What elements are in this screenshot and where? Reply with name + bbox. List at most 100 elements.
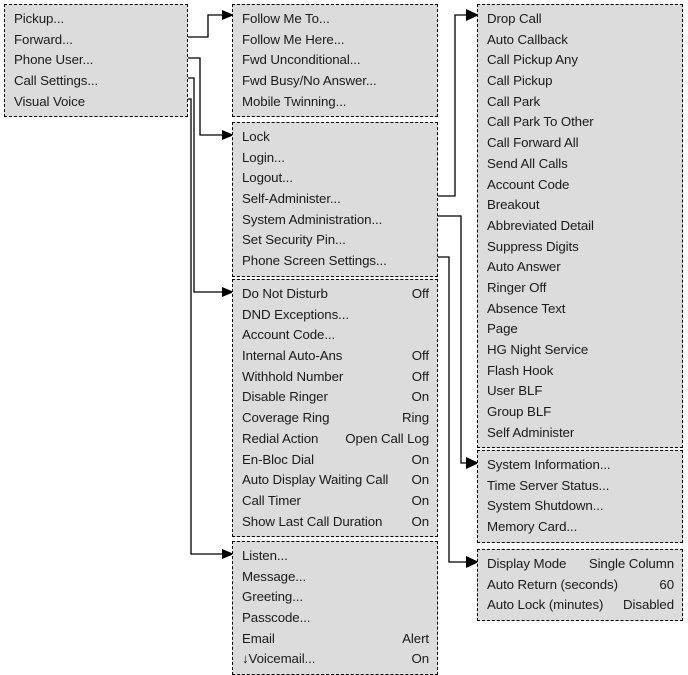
menu-item[interactable]: Redial Action Open Call Log <box>233 429 437 450</box>
menu-item[interactable]: ↓Voicemail... On <box>233 649 437 670</box>
menu-item[interactable]: Phone User... <box>5 50 187 71</box>
menu-item[interactable]: Mobile Twinning... <box>233 92 437 113</box>
panel-forward[interactable]: Follow Me To... Follow Me Here... Fwd Unco… <box>232 4 438 118</box>
menu-item[interactable]: En-Bloc Dial On <box>233 450 437 471</box>
panel-visual-voice[interactable]: Listen... Message... Greeting... Passcode..… <box>232 541 438 675</box>
menu-item-value: On <box>411 451 429 467</box>
menu-item-label: Greeting... <box>242 589 303 605</box>
menu-item-label: En-Bloc Dial <box>242 451 314 467</box>
menu-item[interactable]: Flash Hook <box>478 361 682 382</box>
menu-item-label: Auto Answer <box>487 259 561 275</box>
menu-item-label: Drop Call <box>487 11 542 26</box>
menu-item[interactable]: Memory Card... <box>478 517 682 538</box>
menu-item-label: Call Park To Other <box>487 114 594 130</box>
menu-item[interactable]: Call Settings... <box>5 71 187 92</box>
menu-item[interactable]: Listen... <box>233 546 437 567</box>
menu-item[interactable]: Follow Me To... <box>233 9 437 30</box>
menu-item[interactable]: Self Administer <box>478 423 682 444</box>
menu-item-label: Coverage Ring <box>242 410 330 426</box>
menu-item[interactable]: Call Pickup Any <box>478 50 682 71</box>
menu-item[interactable]: Lock <box>233 127 437 148</box>
menu-item-label: Account Code <box>487 176 570 192</box>
menu-item[interactable]: Fwd Unconditional... <box>233 50 437 71</box>
menu-item[interactable]: Message... <box>233 567 437 588</box>
menu-item[interactable]: Call Pickup <box>478 71 682 92</box>
menu-item[interactable]: Set Security Pin... <box>233 230 437 251</box>
menu-item[interactable]: Drop Call <box>478 9 682 30</box>
menu-item[interactable]: DND Exceptions... <box>233 305 437 326</box>
connector-phone-user <box>188 57 222 136</box>
menu-item[interactable]: Auto Display Waiting Call On <box>233 470 437 491</box>
menu-item[interactable]: HG Night Service <box>478 340 682 361</box>
menu-item-label: Logout... <box>242 170 293 186</box>
menu-item[interactable]: Absence Text <box>478 299 682 320</box>
menu-item[interactable]: Auto Return (seconds) 60 <box>478 575 682 596</box>
menu-item[interactable]: Passcode... <box>233 608 437 629</box>
menu-item[interactable]: System Administration... <box>233 210 437 231</box>
menu-item[interactable]: Display Mode Single Column <box>478 554 682 575</box>
menu-item-label: Internal Auto-Ans <box>242 348 343 364</box>
menu-item-label: Redial Action <box>242 430 319 446</box>
menu-item[interactable]: Pickup... <box>5 9 187 30</box>
menu-item-label: Page <box>487 321 518 337</box>
menu-item[interactable]: Auto Callback <box>478 30 682 51</box>
menu-item[interactable]: Account Code <box>478 175 682 196</box>
menu-item[interactable]: Internal Auto-Ans Off <box>233 346 437 367</box>
menu-item[interactable]: Page <box>478 319 682 340</box>
panel-system-administration[interactable]: System Information... Time Server Status.… <box>477 450 683 543</box>
connector-visual-voice <box>188 98 222 555</box>
menu-item[interactable]: Breakout <box>478 195 682 216</box>
menu-item[interactable]: Time Server Status... <box>478 476 682 497</box>
menu-item[interactable]: Self-Administer... <box>233 189 437 210</box>
menu-item-value: On <box>411 513 429 529</box>
menu-item[interactable]: Do Not Disturb Off <box>233 284 437 305</box>
menu-item[interactable]: Abbreviated Detail <box>478 216 682 237</box>
menu-item[interactable]: Follow Me Here... <box>233 30 437 51</box>
menu-item[interactable]: Phone Screen Settings... <box>233 251 437 272</box>
menu-item[interactable]: Ringer Off <box>478 278 682 299</box>
panel-features-root[interactable]: Pickup... Forward... Phone User... Call Set… <box>4 4 188 118</box>
menu-item[interactable]: Disable Ringer On <box>233 387 437 408</box>
menu-item-label: Pickup... <box>14 11 65 26</box>
connector-system-administration <box>438 215 466 464</box>
menu-item-label: System Information... <box>487 457 611 472</box>
menu-item-label: Call Timer <box>242 492 301 508</box>
panel-call-settings[interactable]: Do Not Disturb Off DND Exceptions... Accoun… <box>232 279 438 538</box>
menu-item[interactable]: User BLF <box>478 381 682 402</box>
menu-item[interactable]: Fwd Busy/No Answer... <box>233 71 437 92</box>
menu-item-label: Display Mode <box>487 556 567 571</box>
menu-item[interactable]: Call Park To Other <box>478 112 682 133</box>
menu-item[interactable]: Send All Calls <box>478 154 682 175</box>
menu-item[interactable]: Email Alert <box>233 629 437 650</box>
menu-item-label: Call Pickup Any <box>487 52 578 68</box>
menu-item[interactable]: Visual Voice <box>5 92 187 113</box>
menu-item-value: Off <box>411 368 429 384</box>
menu-item-label: System Administration... <box>242 211 383 227</box>
menu-item[interactable]: Greeting... <box>233 587 437 608</box>
menu-item-label: Fwd Unconditional... <box>242 52 361 68</box>
menu-item[interactable]: Call Park <box>478 92 682 113</box>
menu-item[interactable]: System Shutdown... <box>478 496 682 517</box>
menu-item-value: On <box>411 651 429 667</box>
menu-item[interactable]: Auto Answer <box>478 257 682 278</box>
menu-item[interactable]: Group BLF <box>478 402 682 423</box>
menu-item-label: HG Night Service <box>487 342 589 357</box>
menu-item[interactable]: Withhold Number Off <box>233 367 437 388</box>
menu-item[interactable]: Call Timer On <box>233 491 437 512</box>
menu-item[interactable]: Auto Lock (minutes) Disabled <box>478 595 682 616</box>
menu-item-label: Phone User... <box>14 52 94 68</box>
menu-item[interactable]: Suppress Digits <box>478 237 682 258</box>
menu-item[interactable]: Login... <box>233 148 437 169</box>
menu-item[interactable]: Coverage Ring Ring <box>233 408 437 429</box>
menu-item-label: Account Code... <box>242 327 336 343</box>
panel-phone-user[interactable]: Lock Login... Logout... Self-Administer... S… <box>232 122 438 277</box>
menu-item[interactable]: Forward... <box>5 30 187 51</box>
menu-item[interactable]: Account Code... <box>233 325 437 346</box>
menu-item[interactable]: System Information... <box>478 455 682 476</box>
panel-phone-screen-settings[interactable]: Display Mode Single Column Auto Return (se… <box>477 549 683 622</box>
menu-item[interactable]: Logout... <box>233 168 437 189</box>
menu-item[interactable]: Call Forward All <box>478 133 682 154</box>
panel-feature-list[interactable]: Drop Call Auto Callback Call Pickup Any Cal… <box>477 4 683 449</box>
menu-item[interactable]: Show Last Call Duration On <box>233 512 437 533</box>
menu-item-label: Auto Lock (minutes) <box>487 597 604 613</box>
